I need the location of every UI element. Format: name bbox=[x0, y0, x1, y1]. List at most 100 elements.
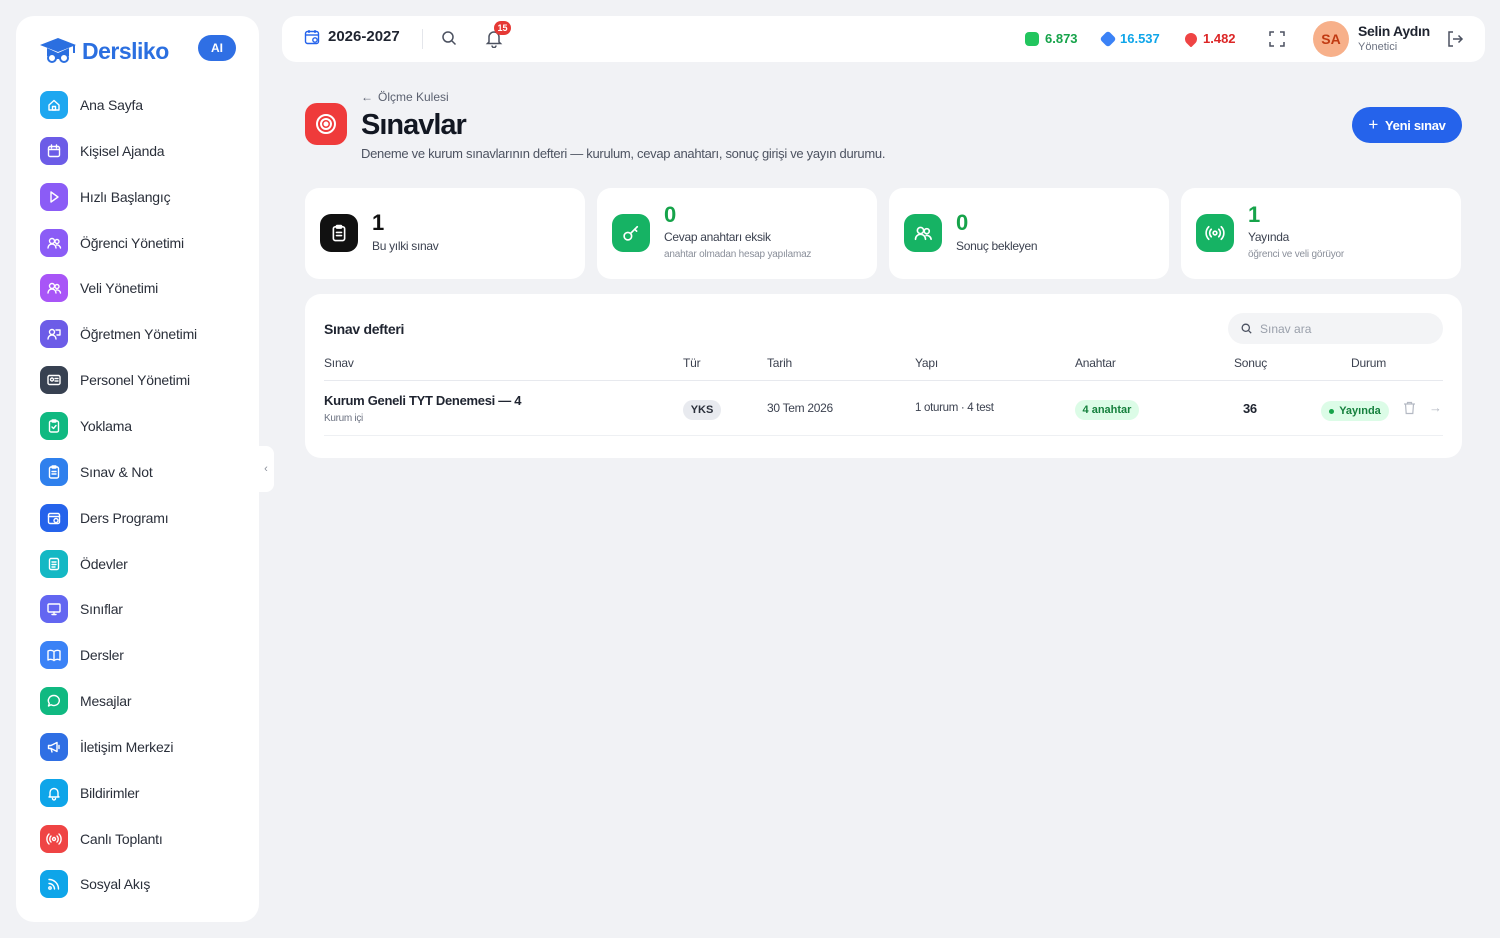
sidebar-item-label: Yoklama bbox=[80, 417, 132, 434]
users-icon bbox=[904, 214, 942, 252]
academic-year: 2026-2027 bbox=[328, 28, 400, 45]
sidebar-item-i-letişim-merkezi[interactable]: İletişim Merkezi bbox=[40, 730, 173, 764]
sidebar-item-mesajlar[interactable]: Mesajlar bbox=[40, 684, 132, 718]
exam-type-badge: YKS bbox=[683, 400, 721, 420]
stat-value: 0 bbox=[956, 210, 969, 235]
topbar: 2026-2027 15 6.873 16.537 1.482 SA Selin… bbox=[282, 16, 1485, 62]
clipboard-icon bbox=[40, 457, 68, 486]
exam-search-input[interactable] bbox=[1260, 321, 1430, 336]
gem-counter-blue[interactable]: 16.537 bbox=[1099, 30, 1160, 47]
exam-date: 30 Tem 2026 bbox=[767, 401, 833, 415]
sidebar-item-label: Bildirimler bbox=[80, 784, 140, 801]
column-header-status[interactable]: Durum bbox=[1351, 356, 1386, 370]
target-icon bbox=[316, 114, 336, 134]
stat-card[interactable]: 1 Yayında öğrenci ve veli görüyor bbox=[1181, 188, 1461, 279]
panel-title: Sınav defteri bbox=[324, 321, 405, 337]
play-icon bbox=[40, 182, 68, 211]
broadcast-icon bbox=[1196, 214, 1234, 252]
rss-icon bbox=[40, 870, 68, 899]
delete-button[interactable] bbox=[1403, 401, 1416, 420]
stat-card[interactable]: 1 Bu yılki sınav bbox=[305, 188, 585, 279]
sidebar-item-hızlı-başlangıç[interactable]: Hızlı Başlangıç bbox=[40, 180, 171, 214]
arrow-left-icon: ← bbox=[361, 90, 373, 104]
sidebar-item-ödevler[interactable]: Ödevler bbox=[40, 547, 128, 581]
stat-card[interactable]: 0 Sonuç bekleyen bbox=[889, 188, 1169, 279]
green-gem-count: 6.873 bbox=[1045, 31, 1078, 46]
sidebar-item-bildirimler[interactable]: Bildirimler bbox=[40, 776, 139, 810]
list-icon bbox=[40, 549, 68, 578]
monitor-icon bbox=[40, 595, 68, 624]
search-button[interactable] bbox=[440, 29, 458, 52]
fire-count: 1.482 bbox=[1203, 31, 1236, 46]
column-header-key[interactable]: Anahtar bbox=[1075, 356, 1116, 370]
sidebar-item-veli-yönetimi[interactable]: Veli Yönetimi bbox=[40, 271, 158, 305]
sidebar-item-sınıflar[interactable]: Sınıflar bbox=[40, 592, 123, 626]
divider bbox=[422, 29, 423, 49]
sidebar-item-ders-programı[interactable]: Ders Programı bbox=[40, 501, 169, 535]
status-label: Yayında bbox=[1339, 405, 1381, 417]
sidebar-item-label: Öğrenci Yönetimi bbox=[80, 234, 184, 251]
sidebar-item-sınav-not[interactable]: Sınav & Not bbox=[40, 455, 153, 489]
user-role: Yönetici bbox=[1358, 41, 1398, 53]
sidebar-item-personel-yönetimi[interactable]: Personel Yönetimi bbox=[40, 363, 190, 397]
column-header-exam[interactable]: Sınav bbox=[324, 356, 354, 370]
column-header-type[interactable]: Tür bbox=[683, 356, 701, 370]
stat-value: 1 bbox=[372, 210, 385, 235]
sidebar-item-ana-sayfa[interactable]: Ana Sayfa bbox=[40, 88, 143, 122]
graduation-cap-icon bbox=[40, 38, 76, 63]
stat-label: Yayında bbox=[1248, 230, 1290, 244]
notification-count-badge: 15 bbox=[494, 21, 511, 35]
teacher-icon bbox=[40, 320, 68, 349]
sidebar-item-öğrenci-yönetimi[interactable]: Öğrenci Yönetimi bbox=[40, 226, 184, 260]
sidebar-item-label: Kişisel Ajanda bbox=[80, 142, 165, 159]
brand-logo[interactable]: Dersliko bbox=[38, 34, 169, 68]
sidebar-collapse-button[interactable]: ‹ bbox=[258, 446, 274, 492]
page-subtitle: Deneme ve kurum sınavlarının defteri — k… bbox=[361, 146, 886, 161]
status-dot-icon bbox=[1329, 408, 1335, 414]
sidebar-item-sosyal-akış[interactable]: Sosyal Akış bbox=[40, 867, 150, 901]
home-icon bbox=[40, 91, 68, 119]
calendar-clock-icon bbox=[40, 503, 68, 532]
arrow-right-icon: → bbox=[1429, 400, 1442, 415]
logout-button[interactable] bbox=[1445, 29, 1465, 54]
sidebar-item-yoklama[interactable]: Yoklama bbox=[40, 409, 132, 443]
megaphone-icon bbox=[40, 732, 68, 761]
avatar[interactable]: SA bbox=[1313, 21, 1349, 57]
open-exam-button[interactable]: → bbox=[1429, 400, 1442, 415]
sidebar-item-label: Hızlı Başlangıç bbox=[80, 188, 171, 205]
exam-name[interactable]: Kurum Geneli TYT Denemesi — 4 bbox=[324, 393, 521, 408]
divider bbox=[324, 435, 1443, 436]
calendar-icon bbox=[304, 29, 320, 44]
sidebar-item-label: Ana Sayfa bbox=[80, 97, 143, 113]
ai-button[interactable]: AI bbox=[198, 35, 236, 61]
exam-scope: Kurum içi bbox=[324, 413, 363, 424]
breadcrumb-back-link[interactable]: ← Ölçme Kulesi bbox=[361, 90, 449, 104]
academic-year-selector[interactable]: 2026-2027 bbox=[304, 28, 400, 45]
users-icon bbox=[40, 274, 68, 303]
id-card-icon bbox=[40, 366, 68, 395]
stat-card[interactable]: 0 Cevap anahtarı eksik anahtar olmadan hes… bbox=[597, 188, 877, 279]
column-header-structure[interactable]: Yapı bbox=[915, 356, 938, 370]
stat-label: Cevap anahtarı eksik bbox=[664, 230, 771, 244]
column-header-date[interactable]: Tarih bbox=[767, 356, 792, 370]
sidebar-item-label: İletişim Merkezi bbox=[80, 738, 174, 755]
user-name: Selin Aydın bbox=[1358, 23, 1430, 39]
fire-counter[interactable]: 1.482 bbox=[1182, 30, 1236, 47]
stat-label: Sonuç bekleyen bbox=[956, 239, 1038, 253]
expand-icon bbox=[1269, 31, 1285, 47]
sidebar-item-label: Öğretmen Yönetimi bbox=[80, 326, 197, 343]
logout-icon bbox=[1448, 31, 1464, 47]
sidebar-item-canlı-toplantı[interactable]: Canlı Toplantı bbox=[40, 822, 163, 856]
blue-gem-icon bbox=[1099, 30, 1117, 47]
exam-structure: 1 oturum · 4 test bbox=[915, 402, 994, 414]
stat-hint: öğrenci ve veli görüyor bbox=[1248, 249, 1345, 260]
fullscreen-button[interactable] bbox=[1268, 30, 1286, 53]
new-exam-button[interactable]: + Yeni sınav bbox=[1352, 107, 1462, 143]
sidebar-item-öğretmen-yönetimi[interactable]: Öğretmen Yönetimi bbox=[40, 317, 197, 351]
status-badge: Yayında bbox=[1321, 401, 1389, 421]
sidebar-item-dersler[interactable]: Dersler bbox=[40, 638, 124, 672]
sidebar-item-kişisel-ajanda[interactable]: Kişisel Ajanda bbox=[40, 134, 165, 168]
brand-name: Dersliko bbox=[82, 37, 169, 64]
gem-counter-green[interactable]: 6.873 bbox=[1025, 31, 1078, 46]
column-header-result[interactable]: Sonuç bbox=[1234, 356, 1267, 370]
